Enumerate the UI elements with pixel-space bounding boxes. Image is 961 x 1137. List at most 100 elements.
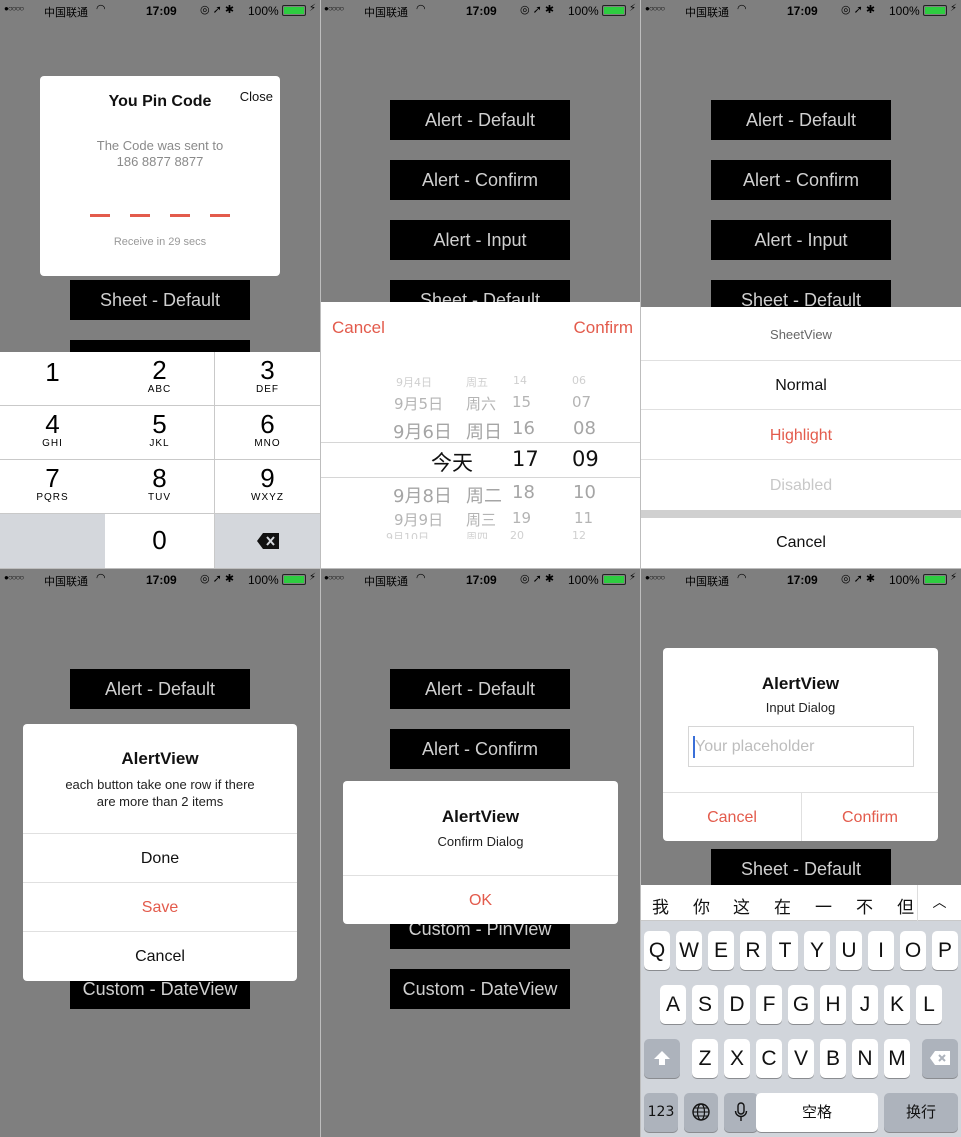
sheet-default-button[interactable]: Sheet - Default	[711, 849, 891, 889]
key-s[interactable]: S	[692, 985, 718, 1024]
ok-button[interactable]: OK	[343, 875, 618, 924]
candidate[interactable]: 但	[897, 893, 914, 918]
key-m[interactable]: M	[884, 1039, 910, 1078]
key-x[interactable]: X	[724, 1039, 750, 1078]
return-key[interactable]: 换行	[884, 1093, 958, 1132]
key-v[interactable]: V	[788, 1039, 814, 1078]
globe-key[interactable]	[684, 1093, 718, 1132]
key-t[interactable]: T	[772, 931, 798, 970]
alert-confirm-button[interactable]: Alert - Confirm	[390, 729, 570, 769]
alert-input-button[interactable]: Alert - Input	[390, 220, 570, 260]
key-e[interactable]: E	[708, 931, 734, 970]
key-4[interactable]: 4 GHI	[0, 406, 106, 460]
key-6[interactable]: 6 MNO	[215, 406, 320, 460]
key-3[interactable]: 3 DEF	[215, 352, 320, 406]
candidate[interactable]: 这	[733, 893, 750, 918]
sheet-default-button[interactable]: Sheet - Default	[70, 280, 250, 320]
key-w[interactable]: W	[676, 931, 702, 970]
candidate[interactable]: 我	[652, 893, 669, 918]
key-9[interactable]: 9 WXYZ	[215, 460, 320, 514]
sheet-cancel-button[interactable]: Cancel	[641, 518, 961, 567]
sheet-highlight-option[interactable]: Highlight	[641, 411, 961, 460]
key-1[interactable]: 1	[0, 352, 106, 406]
chevron-up-icon[interactable]: ︿	[917, 885, 961, 921]
pin-message: The Code was sent to 186 8877 8877	[40, 138, 280, 170]
key-d[interactable]: D	[724, 985, 750, 1024]
key-o[interactable]: O	[900, 931, 926, 970]
action-sheet: SheetView Normal Highlight Disabled Canc…	[641, 307, 961, 568]
key-j[interactable]: J	[852, 985, 878, 1024]
charging-icon: ⚡	[629, 572, 637, 583]
alert-default-button[interactable]: Alert - Default	[390, 669, 570, 709]
pin-digit-1	[90, 214, 110, 217]
key-q[interactable]: Q	[644, 931, 670, 970]
text-input[interactable]	[689, 727, 913, 766]
key-f[interactable]: F	[756, 985, 782, 1024]
key-g[interactable]: G	[788, 985, 814, 1024]
close-button[interactable]: Close	[240, 89, 273, 104]
picker-row[interactable]: 9月10日 周四 20 12	[320, 529, 641, 539]
alert-default-button[interactable]: Alert - Default	[390, 100, 570, 140]
key-i[interactable]: I	[868, 931, 894, 970]
battery-icon	[602, 5, 626, 16]
alert-input-button[interactable]: Alert - Input	[711, 220, 891, 260]
space-key[interactable]: 空格	[756, 1093, 878, 1132]
candidate[interactable]: 在	[774, 893, 791, 918]
alert-confirm-button[interactable]: Alert - Confirm	[711, 160, 891, 200]
key-8[interactable]: 8 TUV	[105, 460, 215, 514]
key-7[interactable]: 7 PQRS	[0, 460, 106, 514]
key-5[interactable]: 5 JKL	[105, 406, 215, 460]
sheet-default-button[interactable]: Sheet - Default	[711, 280, 891, 307]
key-r[interactable]: R	[740, 931, 766, 970]
save-button[interactable]: Save	[23, 882, 297, 931]
cancel-button[interactable]: Cancel	[23, 931, 297, 980]
battery-icon	[923, 5, 947, 16]
alert-confirm-button[interactable]: Alert - Confirm	[390, 160, 570, 200]
clock: 17:09	[146, 4, 177, 18]
sheet-normal-option[interactable]: Normal	[641, 361, 961, 410]
charging-icon: ⚡	[309, 572, 317, 583]
microphone-key[interactable]	[724, 1093, 758, 1132]
custom-dateview-button[interactable]: Custom - DateView	[390, 969, 570, 1009]
numbers-key[interactable]: 123	[644, 1093, 678, 1132]
shift-key[interactable]	[644, 1039, 680, 1078]
key-2[interactable]: 2 ABC	[105, 352, 215, 406]
picker-cancel-button[interactable]: Cancel	[332, 318, 385, 338]
candidate[interactable]: 不	[856, 893, 873, 918]
candidate[interactable]: 一	[815, 893, 832, 918]
key-blank	[0, 514, 106, 568]
location-icon: ◎ ➚ ✱	[841, 4, 876, 16]
alert-default-button[interactable]: Alert - Default	[711, 100, 891, 140]
delete-key[interactable]	[922, 1039, 958, 1078]
pin-code-input[interactable]	[90, 214, 230, 217]
date-picker-sheet: Cancel Confirm 9月4日 周五 14 06 9月5日 周六 15 07 9月6…	[320, 302, 641, 568]
key-c[interactable]: C	[756, 1039, 782, 1078]
picker-confirm-button[interactable]: Confirm	[573, 318, 633, 338]
clock: 17:09	[466, 4, 497, 18]
key-h[interactable]: H	[820, 985, 846, 1024]
signal-icon: ●○○○○	[645, 573, 665, 582]
key-0[interactable]: 0	[105, 514, 215, 568]
delete-key[interactable]	[215, 514, 320, 568]
key-p[interactable]: P	[932, 931, 958, 970]
key-u[interactable]: U	[836, 931, 862, 970]
cancel-button[interactable]: Cancel	[663, 792, 801, 841]
done-button[interactable]: Done	[23, 833, 297, 882]
text-cursor	[693, 736, 695, 758]
key-z[interactable]: Z	[692, 1039, 718, 1078]
custom-pinview-button[interactable]	[70, 340, 250, 352]
alert-message: Confirm Dialog	[437, 834, 524, 849]
key-y[interactable]: Y	[804, 931, 830, 970]
key-n[interactable]: N	[852, 1039, 878, 1078]
confirm-button[interactable]: Confirm	[801, 792, 938, 841]
key-b[interactable]: B	[820, 1039, 846, 1078]
key-l[interactable]: L	[916, 985, 942, 1024]
alert-default-button[interactable]: Alert - Default	[70, 669, 250, 709]
sheet-default-button[interactable]: Sheet - Default	[390, 280, 570, 302]
key-k[interactable]: K	[884, 985, 910, 1024]
charging-icon: ⚡	[950, 572, 958, 583]
battery-icon	[602, 574, 626, 585]
alert-message-line2: are more than 2 items	[96, 794, 224, 809]
candidate[interactable]: 你	[693, 893, 710, 918]
key-a[interactable]: A	[660, 985, 686, 1024]
